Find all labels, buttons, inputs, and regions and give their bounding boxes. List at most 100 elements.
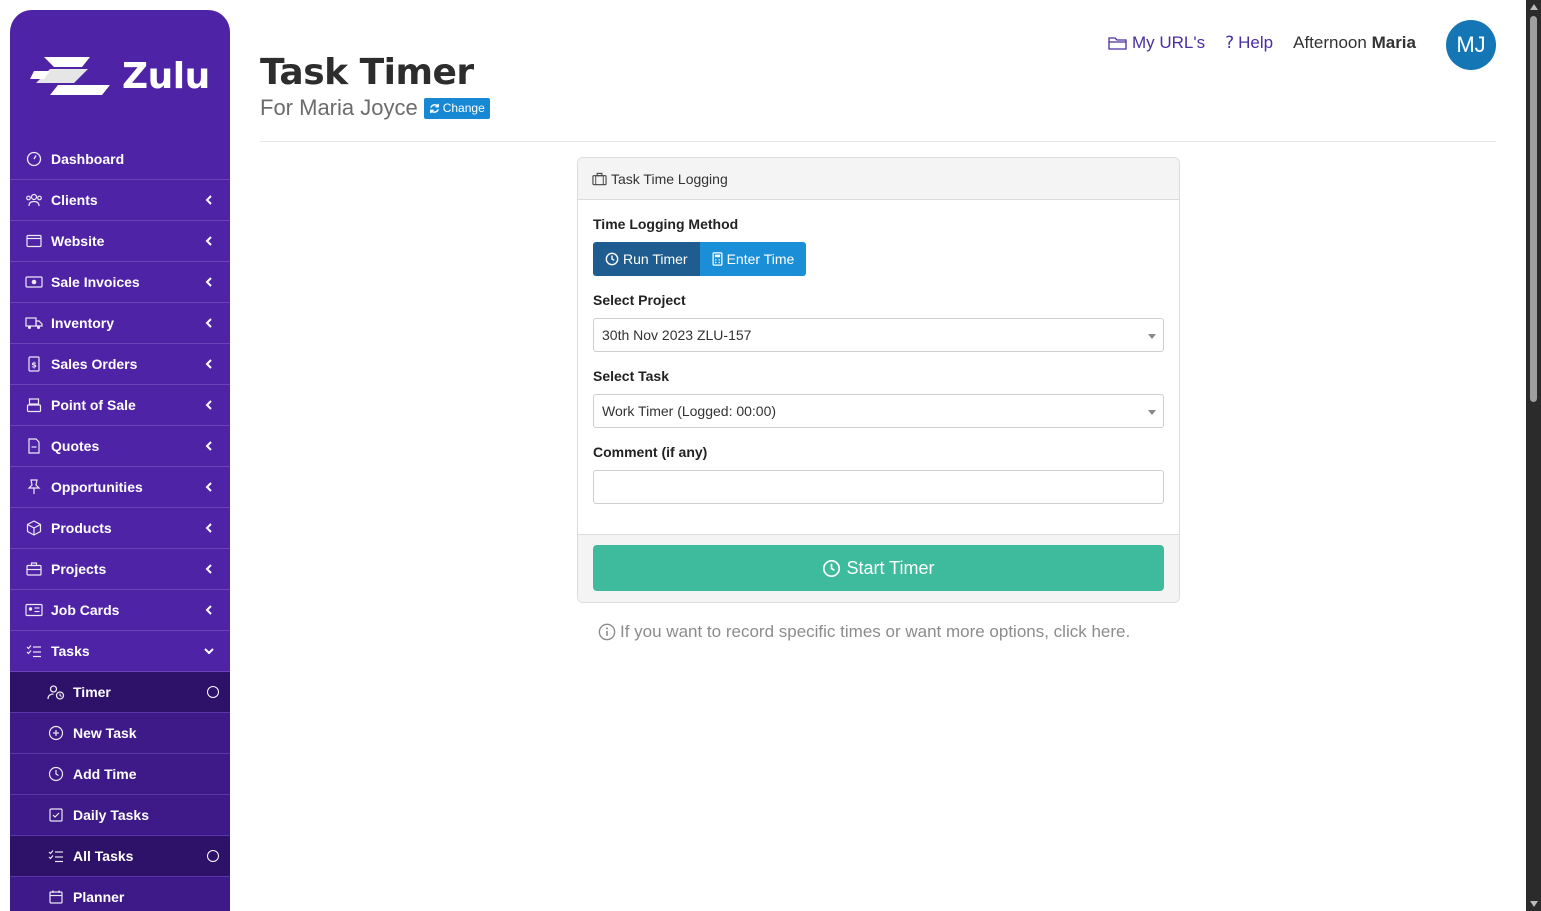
enter-time-label: Enter Time (726, 251, 795, 267)
chevron-left-icon (205, 441, 212, 451)
sidebar-item-point-of-sale[interactable]: Point of Sale (10, 385, 230, 426)
sidebar-item-label: Website (51, 233, 105, 249)
card-heading: Task Time Logging (611, 170, 728, 187)
scroll-up-icon[interactable] (1530, 4, 1538, 10)
sidebar-subitem-timer[interactable]: Timer (10, 672, 230, 713)
my-urls-label: My URL's (1131, 33, 1206, 52)
sidebar-subitem-all-tasks[interactable]: All Tasks (10, 836, 230, 877)
sidebar-subitem-new-task[interactable]: New Task (10, 713, 230, 754)
box-icon (25, 519, 43, 537)
plus-circle-icon (47, 724, 65, 742)
money-icon (25, 273, 43, 291)
sidebar-item-label: Clients (51, 192, 98, 208)
user-clock-icon (47, 683, 65, 701)
run-timer-label: Run Timer (623, 251, 688, 267)
sidebar-subitem-add-time[interactable]: Add Time (10, 754, 230, 795)
clock-icon (605, 252, 619, 266)
sidebar-subitem-label: Daily Tasks (73, 807, 150, 823)
folder-icon (1108, 37, 1127, 50)
sidebar-item-inventory[interactable]: Inventory (10, 303, 230, 344)
chevron-left-icon (205, 482, 212, 492)
sidebar-item-label: Inventory (51, 315, 115, 331)
calendar-icon (47, 888, 65, 906)
task-select[interactable]: Work Timer (Logged: 00:00) (593, 394, 1164, 428)
run-timer-button[interactable]: Run Timer (593, 242, 700, 276)
sidebar: Zulu Dashboard Clients Website Sale Invo… (10, 10, 230, 911)
sidebar-item-dashboard[interactable]: Dashboard (10, 139, 230, 180)
dropdown-caret-icon (1148, 334, 1156, 339)
sidebar-nav: Dashboard Clients Website Sale Invoices … (10, 139, 230, 911)
quote-icon (25, 437, 43, 455)
sidebar-subitem-planner[interactable]: Planner (10, 877, 230, 911)
sidebar-subitem-daily-tasks[interactable]: Daily Tasks (10, 795, 230, 836)
help-label: Help (1238, 33, 1274, 52)
chevron-left-icon (205, 236, 212, 246)
sidebar-subitem-label: All Tasks (73, 848, 134, 864)
sidebar-item-website[interactable]: Website (10, 221, 230, 262)
users-icon (25, 191, 43, 209)
more-options-text: If you want to record specific times or … (620, 622, 1131, 641)
card-footer: Start Timer (578, 534, 1179, 602)
sidebar-item-label: Sales Orders (51, 356, 138, 372)
check-square-icon (47, 806, 65, 824)
zulu-logo-mark-icon (30, 57, 110, 95)
page-scrollbar[interactable] (1526, 0, 1541, 911)
project-select[interactable]: 30th Nov 2023 ZLU-157 (593, 318, 1164, 352)
method-label: Time Logging Method (593, 216, 739, 232)
more-options-link[interactable]: If you want to record specific times or … (598, 622, 1130, 642)
sidebar-item-opportunities[interactable]: Opportunities (10, 467, 230, 508)
chevron-left-icon (205, 277, 212, 287)
project-label: Select Project (593, 292, 686, 308)
calculator-icon (712, 252, 723, 266)
avatar[interactable]: MJ (1446, 20, 1496, 70)
comment-label: Comment (if any) (593, 444, 708, 460)
sidebar-item-label: Dashboard (51, 151, 125, 167)
dropdown-caret-icon (1148, 410, 1156, 415)
sidebar-item-sale-invoices[interactable]: Sale Invoices (10, 262, 230, 303)
header-divider (260, 141, 1496, 142)
my-urls-link[interactable]: My URL's (1108, 33, 1205, 53)
sidebar-subitem-label: Add Time (73, 766, 137, 782)
greeting: Afternoon Maria (1293, 33, 1416, 53)
sidebar-item-sales-orders[interactable]: $ Sales Orders (10, 344, 230, 385)
sidebar-item-quotes[interactable]: Quotes (10, 426, 230, 467)
sidebar-item-label: Tasks (51, 643, 90, 659)
scroll-down-icon[interactable] (1530, 901, 1538, 907)
sidebar-item-label: Job Cards (51, 602, 120, 618)
sidebar-item-projects[interactable]: Projects (10, 549, 230, 590)
sidebar-item-label: Point of Sale (51, 397, 136, 413)
tasks-submenu: Timer New Task Add Time Daily Tasks All … (10, 672, 230, 911)
sidebar-subitem-label: New Task (73, 725, 137, 741)
sidebar-item-job-cards[interactable]: Job Cards (10, 590, 230, 631)
enter-time-button[interactable]: Enter Time (699, 242, 807, 276)
info-icon (598, 623, 616, 641)
task-time-logging-card: Task Time Logging Time Logging Method Ru… (577, 157, 1180, 603)
sidebar-item-products[interactable]: Products (10, 508, 230, 549)
card-body: Time Logging Method Run Timer Enter Time… (578, 200, 1179, 504)
chevron-left-icon (205, 605, 212, 615)
truck-icon (25, 314, 43, 332)
scroll-thumb[interactable] (1530, 16, 1537, 402)
briefcase-icon (25, 560, 43, 578)
project-select-value: 30th Nov 2023 ZLU-157 (602, 327, 752, 343)
id-card-icon (25, 601, 43, 619)
change-user-button[interactable]: Change (423, 97, 490, 119)
card-header: Task Time Logging (578, 158, 1179, 200)
sidebar-item-tasks[interactable]: Tasks (10, 631, 230, 672)
comment-input[interactable] (593, 470, 1164, 504)
sidebar-item-label: Quotes (51, 438, 100, 454)
sidebar-subitem-label: Planner (73, 889, 125, 905)
sidebar-item-clients[interactable]: Clients (10, 180, 230, 221)
register-icon (25, 396, 43, 414)
chevron-left-icon (205, 318, 212, 328)
briefcase-icon (592, 172, 607, 185)
logging-method-toggle: Run Timer Enter Time (593, 242, 1164, 276)
zulu-logo[interactable]: Zulu (30, 48, 210, 104)
svg-text:$: $ (31, 361, 37, 370)
chevron-left-icon (205, 400, 212, 410)
list-icon (47, 847, 65, 865)
help-link[interactable]: ? Help (1225, 33, 1273, 53)
checklist-icon (25, 642, 43, 660)
dashboard-icon (25, 150, 43, 168)
start-timer-button[interactable]: Start Timer (593, 545, 1164, 591)
